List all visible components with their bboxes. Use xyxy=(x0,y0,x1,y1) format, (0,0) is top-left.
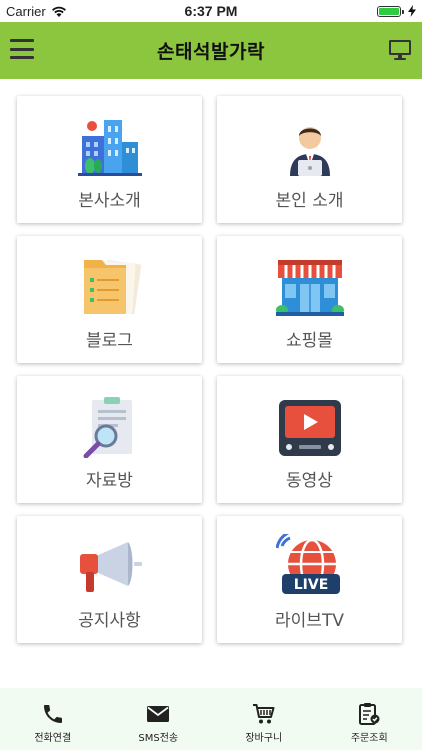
tab-label: 전화연결 xyxy=(34,733,72,744)
envelope-icon xyxy=(147,706,170,722)
svg-text:LIVE: LIVE xyxy=(293,577,328,593)
menu-card-label: 블로그 xyxy=(86,331,133,351)
menu-card-archive[interactable]: 자료방 xyxy=(17,376,202,503)
bottom-tab-bar: 전화연결 SMS전송 장바구니 주문조회 xyxy=(0,688,422,750)
tab-label: 주문조회 xyxy=(350,733,388,744)
status-bar: Carrier 6:37 PM xyxy=(0,0,422,22)
menu-grid: 본사소개 본인 소개 블로그 쇼핑몰 자료방 동영상 공지사항 LIVE 라이브… xyxy=(17,96,402,643)
menu-card-notice[interactable]: 공지사항 xyxy=(17,516,202,643)
menu-card-video[interactable]: 동영상 xyxy=(217,376,402,503)
tab-sms[interactable]: SMS전송 xyxy=(106,688,211,744)
app-header: 손태석발가락 xyxy=(0,22,422,79)
menu-card-label: 라이브TV xyxy=(275,611,344,631)
company-building-icon xyxy=(74,114,146,180)
desktop-monitor-icon[interactable] xyxy=(388,38,412,62)
storefront-icon xyxy=(274,254,346,320)
menu-card-label: 동영상 xyxy=(286,471,333,491)
menu-card-shop[interactable]: 쇼핑몰 xyxy=(217,236,402,363)
phone-icon xyxy=(43,705,62,723)
order-clipboard-icon xyxy=(359,703,380,725)
status-time: 6:37 PM xyxy=(184,3,238,19)
battery-icon xyxy=(377,5,404,17)
charging-bolt-icon xyxy=(408,5,416,17)
menu-card-label: 쇼핑몰 xyxy=(286,331,333,351)
tab-cart[interactable]: 장바구니 xyxy=(211,688,316,744)
megaphone-icon xyxy=(74,534,146,600)
video-play-icon xyxy=(274,394,346,460)
menu-card-blog[interactable]: 블로그 xyxy=(17,236,202,363)
shopping-cart-icon xyxy=(252,704,275,724)
battery-fill xyxy=(379,7,399,15)
menu-card-label: 공지사항 xyxy=(78,611,141,631)
hamburger-menu-icon[interactable] xyxy=(10,39,34,59)
tab-order-lookup[interactable]: 주문조회 xyxy=(317,688,422,744)
status-right xyxy=(377,5,416,17)
menu-card-profile[interactable]: 본인 소개 xyxy=(217,96,402,223)
person-laptop-icon xyxy=(274,114,346,180)
menu-card-label: 본인 소개 xyxy=(275,191,344,211)
tab-label: SMS전송 xyxy=(138,733,179,744)
live-broadcast-icon: LIVE xyxy=(274,534,346,600)
document-magnifier-icon xyxy=(74,394,146,460)
app-title: 손태석발가락 xyxy=(157,41,265,63)
folder-documents-icon xyxy=(74,254,146,320)
tab-phone-call[interactable]: 전화연결 xyxy=(0,688,105,744)
menu-card-label: 자료방 xyxy=(86,471,133,491)
menu-card-company[interactable]: 본사소개 xyxy=(17,96,202,223)
tab-label: 장바구니 xyxy=(245,733,283,744)
menu-card-label: 본사소개 xyxy=(78,191,141,211)
menu-card-livetv[interactable]: LIVE 라이브TV xyxy=(217,516,402,643)
